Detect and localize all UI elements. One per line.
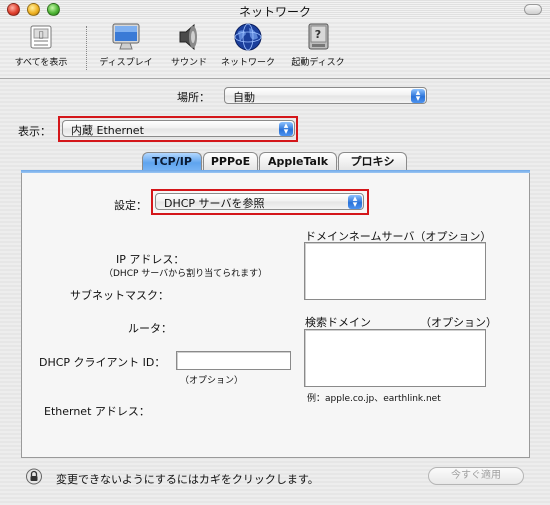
ethernet-address-label: Ethernet アドレス： <box>44 405 150 418</box>
toolbar-startup-disk[interactable]: ? 起動ディスク <box>286 22 350 68</box>
show-popup[interactable]: 内蔵 Ethernet ▴ ▾ <box>62 120 295 137</box>
popup-arrows-icon: ▴ ▾ <box>279 122 293 137</box>
dhcp-client-id-label: DHCP クライアント ID： <box>39 356 166 369</box>
config-label: 設定： <box>114 199 147 212</box>
toolbar-label: すべてを表示 <box>14 58 68 68</box>
subnet-mask-label: サブネットマスク： <box>70 289 169 302</box>
location-popup[interactable]: 自動 ▴ ▾ <box>224 87 427 104</box>
router-label: ルータ： <box>128 322 172 335</box>
search-domains-label: 検索ドメイン <box>305 316 371 329</box>
network-icon <box>232 22 264 52</box>
location-value: 自動 <box>233 91 255 104</box>
dhcp-client-id-note: （オプション） <box>180 376 244 386</box>
toolbar-network[interactable]: ネットワーク <box>216 22 280 68</box>
popup-arrows-icon: ▴ ▾ <box>411 89 425 104</box>
show-value: 内蔵 Ethernet <box>71 124 144 137</box>
dns-servers-field[interactable] <box>304 242 486 300</box>
toolbar-separator <box>86 26 88 70</box>
title-bar: ネットワーク <box>0 0 550 21</box>
tab-proxy[interactable]: プロキシ <box>338 152 407 171</box>
toolbar-toggle-button[interactable] <box>524 4 542 15</box>
search-domains-optional: （オプション） <box>420 316 497 329</box>
network-preferences-window: ネットワーク  すべてを表示 <box>0 0 550 505</box>
tab-appletalk[interactable]: AppleTalk <box>259 152 337 171</box>
toolbar-label: サウンド <box>170 58 207 68</box>
search-domains-field[interactable] <box>304 329 486 387</box>
popup-arrows-icon: ▴ ▾ <box>348 195 362 210</box>
config-value: DHCP サーバを参照 <box>164 197 265 210</box>
toolbar-label: ディスプレイ <box>99 58 153 68</box>
display-icon <box>110 22 142 52</box>
toolbar-show-all[interactable]:  すべてを表示 <box>8 22 74 68</box>
toolbar-label: ネットワーク <box>220 58 275 68</box>
show-label: 表示： <box>18 125 51 138</box>
show-all-icon:  <box>25 22 57 52</box>
svg-text:?: ? <box>315 28 321 41</box>
svg-text::  <box>39 30 44 39</box>
lock-icon[interactable] <box>26 468 42 485</box>
window-title: ネットワーク <box>238 5 311 19</box>
dhcp-client-id-field[interactable] <box>176 351 291 370</box>
toolbar-sound[interactable]: サウンド <box>162 22 216 68</box>
tab-pppoe[interactable]: PPPoE <box>203 152 258 171</box>
lock-message: 変更できないようにするにはカギをクリックします。 <box>56 473 319 486</box>
ip-address-note: （DHCP サーバから割り当てられます） <box>104 269 268 279</box>
location-label: 場所： <box>177 91 210 104</box>
toolbar:  すべてを表示 ディスプレイ <box>0 20 550 79</box>
config-popup[interactable]: DHCP サーバを参照 ▴ ▾ <box>155 193 364 210</box>
toolbar-label: 起動ディスク <box>291 58 345 68</box>
sound-icon <box>173 22 205 52</box>
search-domains-example: 例：apple.co.jp、earthlink.net <box>307 394 441 404</box>
tab-tcpip[interactable]: TCP/IP <box>142 152 202 171</box>
toolbar-display[interactable]: ディスプレイ <box>94 22 158 68</box>
startup-disk-icon: ? <box>302 22 334 52</box>
ip-address-label: IP アドレス： <box>116 253 185 266</box>
apply-now-button[interactable]: 今すぐ適用 <box>428 467 524 485</box>
